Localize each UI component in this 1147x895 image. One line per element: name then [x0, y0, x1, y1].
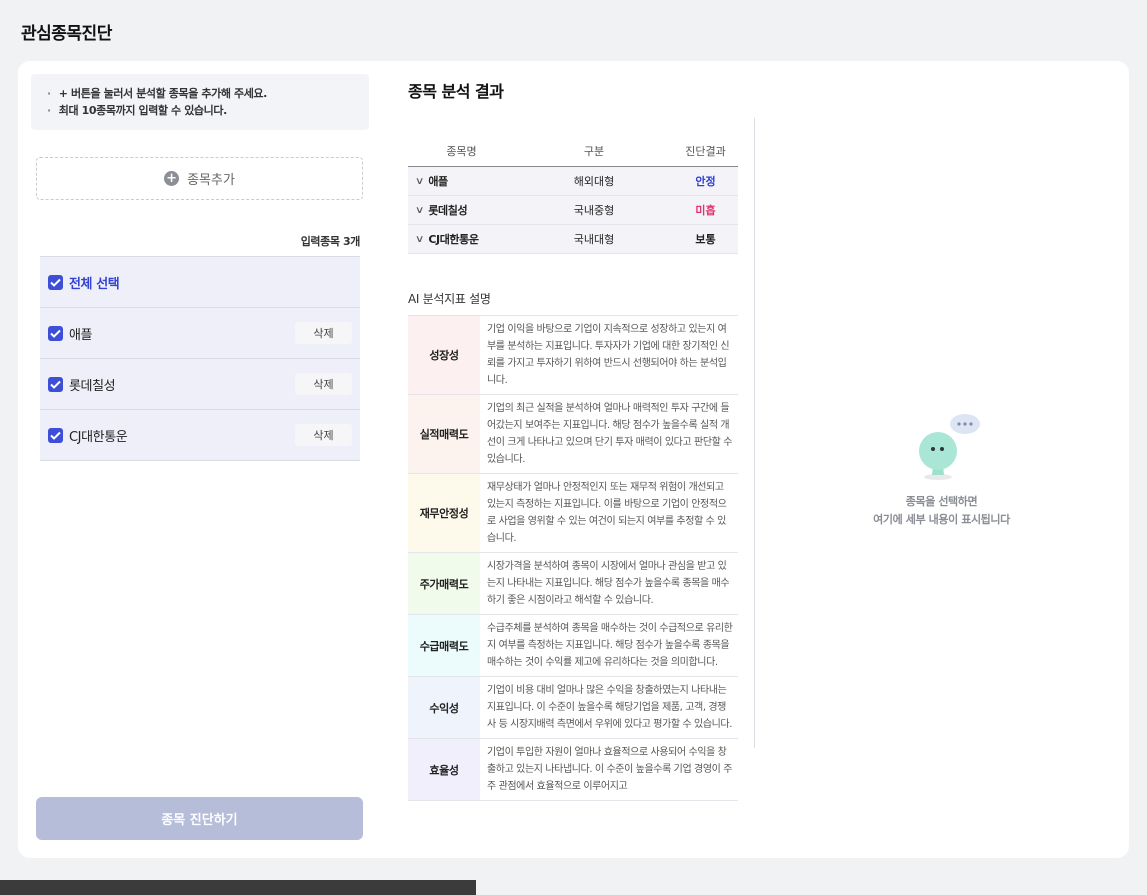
indicator-desc: 기업이 투입한 자원이 얼마나 효율적으로 사용되어 수익을 창출하고 있는지 … — [487, 747, 733, 792]
add-stock-button[interactable]: + 종목추가 — [36, 157, 363, 200]
check-icon — [50, 380, 61, 389]
result-title: 종목 분석 결과 — [408, 82, 504, 101]
result-status: 안정 — [695, 175, 716, 188]
indicator-desc: 기업이 비용 대비 얼마나 많은 수익을 창출하였는지 나타내는 지표입니다. … — [487, 685, 733, 730]
delete-button[interactable]: 삭제 — [295, 424, 352, 446]
stock-row[interactable]: 애플 삭제 — [40, 308, 360, 359]
input-count-label: 입력종목 3개 — [300, 235, 361, 248]
notice-line-2: 최대 10종목까지 입력할 수 있습니다. — [47, 102, 369, 119]
result-row[interactable]: ∨ CJ대한통운 국내대형 보통 — [408, 225, 738, 254]
add-stock-label: 종목추가 — [187, 173, 235, 188]
indicator-row: 주가매력도 시장가격을 분석하여 종목이 시장에서 얼마나 관심을 받고 있는지… — [408, 553, 738, 615]
empty-state-line-2: 여기에 세부 내용이 표시됩니다 — [873, 513, 1010, 526]
indicator-table: 성장성 기업 이익을 바탕으로 기업이 지속적으로 성장하고 있는지 여부를 분… — [408, 315, 738, 801]
check-icon — [50, 431, 61, 440]
page-title: 관심종목진단 — [21, 24, 112, 44]
chevron-down-icon: ∨ — [414, 204, 425, 216]
indicator-name: 재무안정성 — [408, 474, 480, 552]
check-icon — [50, 329, 61, 338]
result-stock-name: 롯데칠성 — [428, 204, 468, 217]
indicator-row: 성장성 기업 이익을 바탕으로 기업이 지속적으로 성장하고 있는지 여부를 분… — [408, 316, 738, 395]
indicator-row: 실적매력도 기업의 최근 실적을 분석하여 얼마나 매력적인 투자 구간에 들어… — [408, 395, 738, 474]
result-status: 미흡 — [695, 204, 716, 217]
select-all-label: 전체 선택 — [69, 276, 120, 292]
chevron-down-icon: ∨ — [414, 175, 425, 187]
empty-state-line-1: 종목을 선택하면 — [905, 495, 978, 508]
chevron-down-icon: ∨ — [414, 233, 425, 245]
result-category: 국내중형 — [573, 204, 615, 217]
indicator-desc: 기업 이익을 바탕으로 기업이 지속적으로 성장하고 있는지 여부를 분석하는 … — [487, 324, 730, 386]
result-stock-name: 애플 — [428, 175, 448, 188]
select-all-checkbox[interactable] — [48, 274, 63, 290]
indicator-name: 주가매력도 — [408, 553, 480, 614]
indicator-name: 수급매력도 — [408, 615, 480, 676]
stock-list: 전체 선택 애플 삭제 롯데칠성 삭제 CJ대한통운 삭제 — [40, 256, 360, 461]
result-stock-name: CJ대한통운 — [428, 233, 479, 246]
stock-row[interactable]: CJ대한통운 삭제 — [40, 410, 360, 461]
empty-state: 종목을 선택하면 여기에 세부 내용이 표시됩니다 — [754, 411, 1129, 529]
check-icon — [50, 278, 61, 287]
indicator-name: 수익성 — [408, 677, 480, 738]
results-table-header: 종목명 구분 진단결과 — [408, 135, 738, 167]
indicator-name: 효율성 — [408, 739, 480, 800]
plus-circle-icon: + — [164, 171, 180, 186]
delete-button[interactable]: 삭제 — [295, 373, 352, 395]
col-header-category: 구분 — [583, 144, 605, 158]
indicator-name: 실적매력도 — [408, 395, 480, 473]
stock-name: CJ대한통운 — [69, 429, 128, 445]
notice-box: + 버튼을 눌러서 분석할 종목을 추가해 주세요. 최대 10종목까지 입력할… — [31, 74, 369, 130]
col-header-result: 진단결과 — [685, 144, 726, 158]
indicator-desc: 기업의 최근 실적을 분석하여 얼마나 매력적인 투자 구간에 들어갔는지 보여… — [487, 403, 733, 465]
result-category: 해외대형 — [573, 175, 615, 188]
indicator-row: 수급매력도 수급주체를 분석하여 종목을 매수하는 것이 수급적으로 유리한지 … — [408, 615, 738, 677]
stock-name: 애플 — [69, 327, 93, 343]
result-row[interactable]: ∨ 롯데칠성 국내중형 미흡 — [408, 196, 738, 225]
result-status: 보통 — [695, 233, 716, 246]
delete-button[interactable]: 삭제 — [295, 322, 352, 344]
chatbot-mascot-icon — [918, 414, 980, 480]
stock-row[interactable]: 롯데칠성 삭제 — [40, 359, 360, 410]
stock-name: 롯데칠성 — [69, 378, 116, 394]
taskbar — [0, 880, 476, 895]
indicator-desc: 수급주체를 분석하여 종목을 매수하는 것이 수급적으로 유리한지 여부를 측정… — [487, 623, 733, 668]
stock-checkbox[interactable] — [48, 427, 63, 443]
indicator-desc: 시장가격을 분석하여 종목이 시장에서 얼마나 관심을 받고 있는지 나타내는 … — [487, 561, 730, 606]
diagnose-button[interactable]: 종목 진단하기 — [36, 797, 363, 840]
indicator-name: 성장성 — [408, 316, 480, 394]
indicator-row: 수익성 기업이 비용 대비 얼마나 많은 수익을 창출하였는지 나타내는 지표입… — [408, 677, 738, 739]
indicator-desc: 재무상태가 얼마나 안정적인지 또는 재무적 위험이 개선되고 있는지 측정하는… — [487, 482, 727, 544]
ai-section-title: AI 분석지표 설명 — [408, 292, 491, 306]
notice-line-1: + 버튼을 눌러서 분석할 종목을 추가해 주세요. — [47, 85, 369, 102]
stock-checkbox[interactable] — [48, 325, 63, 341]
results-table: 종목명 구분 진단결과 ∨ 애플 해외대형 안정 ∨ 롯데칠성 국내중형 미흡 ∨ C… — [408, 135, 738, 254]
result-category: 국내대형 — [573, 233, 615, 246]
select-all-row[interactable]: 전체 선택 — [40, 257, 360, 308]
indicator-row: 재무안정성 재무상태가 얼마나 안정적인지 또는 재무적 위험이 개선되고 있는… — [408, 474, 738, 553]
stock-checkbox[interactable] — [48, 376, 63, 392]
indicator-row: 효율성 기업이 투입한 자원이 얼마나 효율적으로 사용되어 수익을 창출하고 … — [408, 739, 738, 801]
col-header-name: 종목명 — [446, 144, 477, 158]
main-card: + 버튼을 눌러서 분석할 종목을 추가해 주세요. 최대 10종목까지 입력할… — [18, 61, 1129, 858]
result-row[interactable]: ∨ 애플 해외대형 안정 — [408, 167, 738, 196]
